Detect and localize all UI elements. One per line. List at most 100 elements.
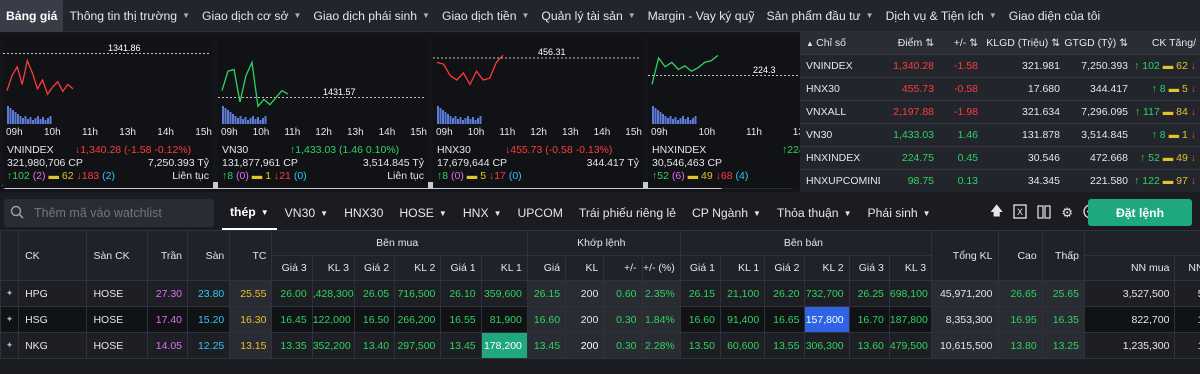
table-row-hsg[interactable]: ✦ HSG HOSE 17.40 15.20 16.30 16.45 122,000 16.50…: [0, 306, 1200, 333]
sort-arrow-icon[interactable]: 🡅: [990, 202, 1003, 224]
summary-row[interactable]: HNX30 455.73 -0.58 17.680 344.417 ↑ 8 ▬ 5 ↓: [800, 76, 1200, 100]
reference-value[interactable]: 1341.86: [108, 43, 141, 53]
buy-cell-4[interactable]: 26.10: [440, 280, 482, 307]
summary-header-4[interactable]: GTGD (Tỷ) ⇅: [1064, 32, 1132, 54]
tab-trái-phiếu-riêng-lẻ[interactable]: Trái phiếu riêng lẻ: [571, 196, 684, 230]
buy-cell-5[interactable]: 359,600: [480, 280, 528, 307]
sort-icon[interactable]: ⇅: [966, 37, 978, 49]
reference-value[interactable]: 1431.57: [323, 87, 356, 97]
sell-cell-1[interactable]: 60,600: [719, 332, 766, 359]
excel-export-icon[interactable]: X: [1013, 204, 1028, 222]
decline-arrow-icon: ↓: [1187, 151, 1196, 164]
watchlist-search-input[interactable]: [34, 206, 204, 220]
sell-cell-5[interactable]: 479,500: [888, 332, 933, 359]
header-match-0: Giá: [526, 255, 567, 281]
nav-item-5[interactable]: Quản lý tài sản ▼: [535, 0, 641, 32]
nav-item-1[interactable]: Thông tin thị trường ▼: [63, 0, 196, 32]
pin-icon[interactable]: ✦: [0, 332, 20, 359]
tab-phái-sinh[interactable]: Phái sinh ▼: [860, 196, 939, 230]
time-tick-label: 15h: [625, 127, 642, 138]
nav-item-8[interactable]: Dịch vụ & Tiện ích ▼: [880, 0, 1003, 32]
index-panel-vnindex[interactable]: 1341.86 09h 10h 11h 13h 14h 15h VNINDEX ↓1,340.2…: [3, 36, 213, 188]
sell-cell-5[interactable]: 187,800: [888, 306, 933, 333]
nav-item-0[interactable]: Bảng giá: [0, 0, 64, 32]
summary-row[interactable]: HNXUPCOMINDI98.750.1334.345221.580↑ 122 …: [800, 168, 1200, 192]
sort-icon[interactable]: ▲: [806, 39, 816, 48]
tab-hnx30[interactable]: HNX30: [336, 196, 391, 230]
nav-item-7[interactable]: Sản phẩm đầu tư ▼: [760, 0, 879, 32]
summary-header-1[interactable]: Điểm ⇅: [880, 32, 938, 54]
index-panel-hnx30[interactable]: 456.31 09h 10h 11h 12h 13h 14h 15h HNX30 ↓455.73 …: [433, 36, 643, 188]
summary-row[interactable]: HNXINDEX 224.75 0.45 30.546 472.668 ↑ 52 ▬ 49…: [800, 145, 1200, 169]
summary-header-3[interactable]: KLGD (Triệu) ⇅: [982, 32, 1064, 54]
tab-thép[interactable]: thép ▼: [222, 196, 277, 230]
tab-thỏa-thuận[interactable]: Thỏa thuận ▼: [769, 196, 860, 230]
nav-item-2[interactable]: Giao dịch cơ sở ▼: [196, 0, 307, 32]
sell-cell-4[interactable]: 13.60: [848, 332, 890, 359]
nav-item-9[interactable]: Giao diện của tôi: [1003, 0, 1106, 32]
buy-cell-1[interactable]: ,428,300: [311, 280, 355, 307]
buy-cell-1[interactable]: 352,200: [311, 332, 355, 359]
sell-cell-2[interactable]: 13.55: [764, 332, 806, 359]
tab-cp-ngành[interactable]: CP Ngành ▼: [684, 196, 769, 230]
summary-header-5[interactable]: CK Tăng/: [1132, 32, 1200, 54]
sell-cell-2[interactable]: 16.65: [764, 306, 806, 333]
reference-value[interactable]: 456.31: [538, 47, 566, 57]
summary-row[interactable]: VNXALL 2,197.88 -1.98 321.634 7,296.095 ↑ 117…: [800, 99, 1200, 123]
table-row-hpg[interactable]: ✦ HPG HOSE 27.30 23.80 25.55 26.00,428,300 26.0…: [0, 280, 1200, 307]
sell-cell-1[interactable]: 21,100: [719, 280, 766, 307]
buy-cell-2[interactable]: 16.50: [353, 306, 396, 333]
tab-vn30[interactable]: VN30 ▼: [277, 196, 336, 230]
nav-item-6[interactable]: Margin - Vay ký quỹ: [642, 0, 761, 32]
stock-symbol[interactable]: NKG: [18, 332, 88, 359]
buy-cell-3[interactable]: 297,500: [394, 332, 442, 359]
column-settings-icon[interactable]: [1037, 204, 1051, 222]
buy-cell-0[interactable]: 16.45: [271, 306, 313, 333]
buy-cell-2[interactable]: 26.05: [353, 280, 396, 307]
buy-cell-3[interactable]: 716,500: [394, 280, 442, 307]
sell-cell-0[interactable]: 16.60: [679, 306, 721, 333]
buy-cell-4[interactable]: 13.45: [440, 332, 482, 359]
buy-cell-3[interactable]: 266,200: [394, 306, 442, 333]
sell-cell-0[interactable]: 13.50: [679, 332, 721, 359]
buy-cell-0[interactable]: 13.35: [271, 332, 313, 359]
nav-item-3[interactable]: Giao dịch phái sinh ▼: [307, 0, 436, 32]
tab-hnx[interactable]: HNX ▼: [455, 196, 510, 230]
buy-cell-5[interactable]: 178,200: [480, 332, 528, 359]
sort-icon[interactable]: ⇅: [922, 37, 934, 49]
summary-row[interactable]: VNINDEX 1,340.28 -1.58 321.981 7,250.393 ↑ 10…: [800, 53, 1200, 77]
sell-cell-3[interactable]: 157,800: [804, 306, 850, 333]
summary-header-2[interactable]: +/- ⇅: [938, 32, 982, 54]
summary-row[interactable]: VN30 1,433.03 1.46 131.878 3,514.845 ↑ 8 ▬ 1 …: [800, 122, 1200, 146]
watchlist-search[interactable]: [4, 199, 214, 227]
tab-hose[interactable]: HOSE ▼: [391, 196, 454, 230]
sell-cell-5[interactable]: 698,100: [888, 280, 933, 307]
sell-cell-1[interactable]: 91,400: [719, 306, 766, 333]
header-ck[interactable]: CK: [18, 230, 88, 281]
buy-cell-4[interactable]: 16.55: [440, 306, 482, 333]
sell-cell-3[interactable]: 306,300: [804, 332, 850, 359]
sort-icon[interactable]: ⇅: [1116, 37, 1128, 49]
stock-symbol[interactable]: HSG: [18, 306, 88, 333]
table-row-nkg[interactable]: ✦ NKG HOSE 14.05 12.25 13.15 13.35 352,200 13.40…: [0, 332, 1200, 359]
index-breadth: ↑8 (0) ▬ 1 ↓21 (0): [222, 170, 307, 182]
gear-icon[interactable]: ⚙: [1061, 205, 1073, 221]
sort-icon[interactable]: ⇅: [1048, 37, 1060, 49]
sell-cell-4[interactable]: 16.70: [848, 306, 890, 333]
place-order-button[interactable]: Đặt lệnh: [1088, 199, 1192, 226]
buy-cell-1[interactable]: 122,000: [311, 306, 355, 333]
reference-value[interactable]: 224.3: [753, 65, 776, 75]
tab-upcom[interactable]: UPCOM: [510, 196, 571, 230]
stock-symbol[interactable]: HPG: [18, 280, 88, 307]
sell-cell-3[interactable]: 732,700: [804, 280, 850, 307]
buy-cell-2[interactable]: 13.40: [353, 332, 396, 359]
pin-icon[interactable]: ✦: [0, 306, 20, 333]
index-panel-vn30[interactable]: 1431.57 09h 10h 11h 12h 13h 14h 15h VN30 ↑1,433.0…: [218, 36, 428, 188]
sell-cell-2[interactable]: 26.20: [764, 280, 806, 307]
sell-cell-4[interactable]: 26.25: [848, 280, 890, 307]
buy-cell-5[interactable]: 81,900: [480, 306, 528, 333]
pin-icon[interactable]: ✦: [0, 280, 20, 307]
nav-item-4[interactable]: Giao dịch tiền ▼: [436, 0, 535, 32]
buy-cell-0[interactable]: 26.00: [271, 280, 313, 307]
sell-cell-0[interactable]: 26.15: [679, 280, 721, 307]
